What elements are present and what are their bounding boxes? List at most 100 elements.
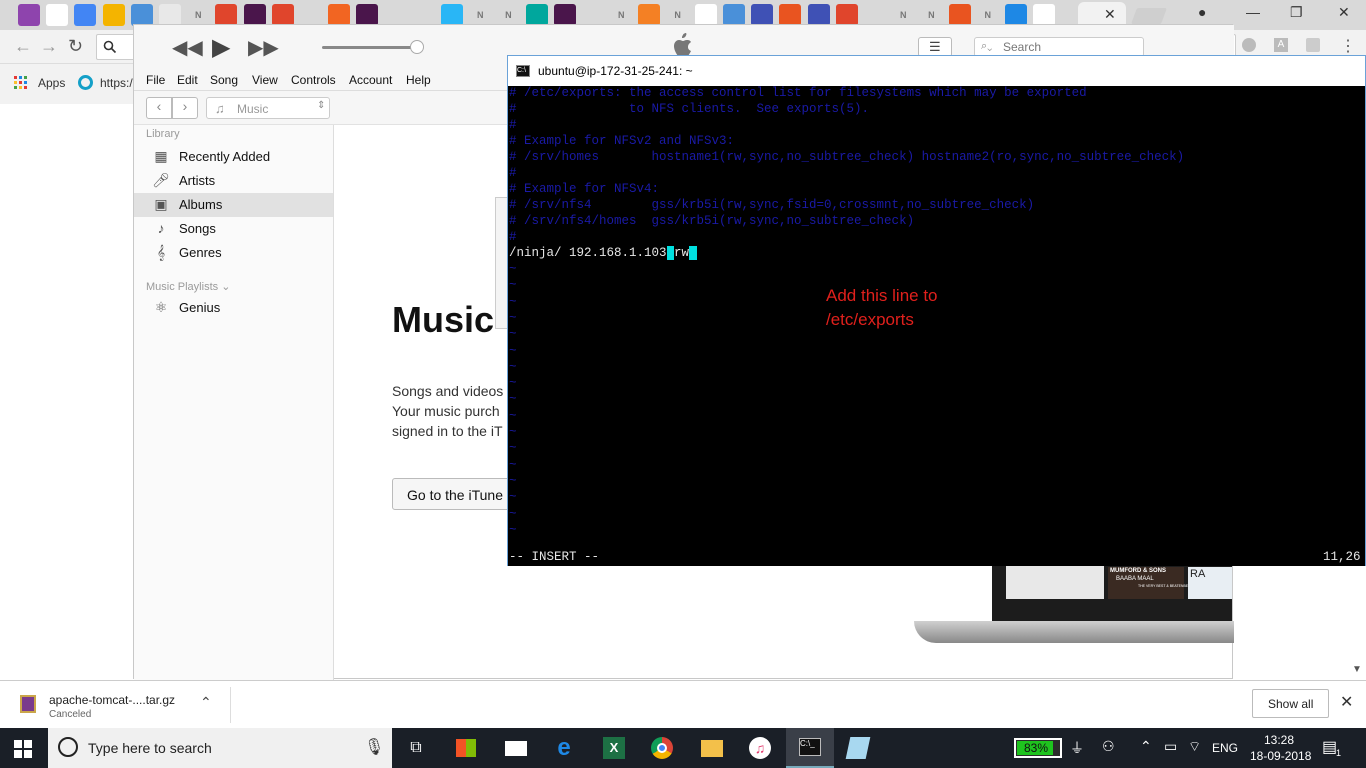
language-indicator[interactable]: ENG bbox=[1212, 741, 1238, 755]
ninja-tab-icon[interactable]: N bbox=[920, 4, 943, 26]
apps-grid-icon[interactable] bbox=[14, 76, 28, 90]
menu-edit[interactable]: Edit bbox=[177, 73, 198, 87]
itunes-forward-button[interactable]: › bbox=[172, 97, 198, 119]
ninja-tab-icon[interactable]: N bbox=[666, 4, 689, 26]
rewind-icon[interactable]: ◀◀ bbox=[172, 35, 203, 60]
box-tab-icon[interactable] bbox=[102, 4, 125, 26]
extension-icon[interactable] bbox=[1242, 38, 1256, 52]
windows-start-icon[interactable] bbox=[14, 740, 32, 758]
extension-cast-icon[interactable] bbox=[1306, 38, 1320, 52]
new-tab-button[interactable] bbox=[1131, 8, 1167, 24]
window-close-icon[interactable]: ✕ bbox=[1338, 4, 1350, 21]
bracket-tab-icon[interactable] bbox=[807, 4, 830, 26]
sidebar-item-artists[interactable]: 🎤︎ Artists bbox=[134, 169, 333, 193]
excel-icon[interactable]: X bbox=[600, 734, 628, 762]
fb-tab-icon[interactable] bbox=[441, 4, 463, 26]
show-all-button[interactable]: Show all bbox=[1252, 689, 1329, 718]
terminal-taskbar-item[interactable]: C:\_ bbox=[786, 728, 834, 768]
menu-help[interactable]: Help bbox=[406, 73, 431, 87]
so-tab-icon[interactable] bbox=[638, 4, 661, 26]
menu-controls[interactable]: Controls bbox=[291, 73, 336, 87]
media-picker[interactable]: ♫ Music ⇕ bbox=[206, 97, 330, 119]
chromium-tab-icon[interactable] bbox=[130, 4, 153, 26]
sidebar-item-genius[interactable]: ⚛ Genius bbox=[134, 296, 333, 320]
ubuntu-tab-icon[interactable] bbox=[779, 4, 802, 26]
terminal-body[interactable]: # /etc/exports: the access control list … bbox=[508, 86, 1365, 566]
close-download-bar-icon[interactable]: ✕ bbox=[1340, 692, 1353, 712]
action-center-icon[interactable]: ▤ bbox=[1322, 737, 1337, 757]
chromium-tab-icon[interactable] bbox=[723, 4, 745, 26]
volume-slider[interactable] bbox=[322, 46, 418, 49]
edge-icon[interactable]: e bbox=[550, 734, 578, 762]
sidebar-item-genres[interactable]: 𝄞 Genres bbox=[134, 241, 333, 265]
task-view-icon[interactable]: ⧉ bbox=[402, 734, 430, 762]
ubuntu-tab-icon[interactable] bbox=[948, 4, 971, 26]
bracket-tab-icon[interactable] bbox=[751, 4, 774, 26]
bookmark-url[interactable]: https:/ bbox=[100, 76, 133, 90]
heart-tab-icon[interactable] bbox=[300, 4, 322, 26]
slack-tab-icon[interactable] bbox=[243, 4, 266, 26]
back-arrow-icon[interactable]: ← bbox=[14, 36, 32, 57]
menu-song[interactable]: Song bbox=[210, 73, 238, 87]
slack-tab-icon[interactable] bbox=[553, 4, 576, 26]
google-tab-icon[interactable] bbox=[694, 4, 717, 26]
store-icon[interactable] bbox=[452, 734, 480, 762]
playlists-header[interactable]: Music Playlists ⌄ bbox=[146, 280, 230, 293]
maximize-icon[interactable]: ❐ bbox=[1290, 4, 1303, 21]
extension-a-icon[interactable]: A bbox=[1274, 38, 1288, 52]
menu-dots-icon[interactable]: ⋮ bbox=[1340, 36, 1356, 56]
fast-forward-icon[interactable]: ▶▶ bbox=[248, 35, 279, 60]
sidebar-item-songs[interactable]: ♪ Songs bbox=[134, 217, 333, 241]
battery-tray-icon[interactable]: ▭ bbox=[1164, 738, 1177, 755]
ask-tab-icon[interactable] bbox=[215, 4, 238, 26]
sidebar-item-recently-added[interactable]: ▦ Recently Added bbox=[134, 145, 333, 169]
clock-time[interactable]: 13:28 bbox=[1264, 733, 1294, 747]
menu-file[interactable]: File bbox=[146, 73, 165, 87]
ask-tab-icon[interactable] bbox=[835, 4, 858, 26]
ninja-tab-icon[interactable]: N bbox=[187, 4, 210, 26]
mail-icon[interactable] bbox=[502, 734, 530, 762]
ninja-tab-icon[interactable]: N bbox=[610, 4, 633, 26]
go-to-store-button[interactable]: Go to the iTune bbox=[392, 478, 512, 510]
microphone-icon[interactable]: 🎙︎ bbox=[364, 737, 384, 757]
taskbar-search-box[interactable]: Type here to search 🎙︎ bbox=[48, 728, 392, 768]
minimize-icon[interactable]: — bbox=[1246, 4, 1260, 20]
people-icon[interactable]: ⚇ bbox=[1102, 738, 1115, 755]
teal-tab-icon[interactable] bbox=[525, 4, 548, 26]
itunes-search-field[interactable]: ⌕⌄ Search bbox=[974, 37, 1144, 57]
ninja-tab-icon[interactable]: N bbox=[497, 4, 520, 26]
bookmark-apps[interactable]: Apps bbox=[38, 76, 65, 90]
github-tab-icon[interactable] bbox=[582, 4, 604, 26]
vs-tab-icon[interactable] bbox=[328, 4, 351, 26]
clock-date[interactable]: 18-09-2018 bbox=[1250, 749, 1311, 763]
image-tab-icon[interactable] bbox=[159, 4, 181, 26]
android-tab-icon[interactable] bbox=[864, 4, 886, 26]
forward-arrow-icon[interactable]: → bbox=[40, 36, 58, 57]
volume-knob[interactable] bbox=[410, 40, 424, 54]
plug-icon[interactable]: ⏚ bbox=[1070, 738, 1084, 758]
show-hidden-icons[interactable]: ⌃ bbox=[1140, 738, 1152, 755]
ask-tab-icon[interactable] bbox=[271, 4, 294, 26]
close-tab-icon[interactable]: ✕ bbox=[1104, 6, 1116, 23]
ninja-tab-icon[interactable]: N bbox=[976, 4, 999, 26]
slack-tab-icon[interactable] bbox=[356, 4, 379, 26]
gmail-tab-icon[interactable] bbox=[46, 4, 69, 26]
reload-icon[interactable]: ↻ bbox=[68, 36, 83, 57]
docs-tab-icon[interactable] bbox=[74, 4, 97, 26]
notepad-icon[interactable] bbox=[844, 734, 872, 762]
list-view-button[interactable]: ☰ bbox=[918, 37, 952, 57]
scroll-down-icon[interactable]: ▼ bbox=[1352, 664, 1362, 675]
ninja-tab-icon[interactable]: N bbox=[469, 4, 492, 26]
profile-icon[interactable]: ● bbox=[1198, 4, 1206, 20]
ninja-tab-icon[interactable]: N bbox=[892, 4, 915, 26]
drive-tab-icon[interactable] bbox=[1005, 4, 1027, 26]
google-tab-icon[interactable] bbox=[1033, 4, 1056, 26]
play-icon[interactable]: ▶ bbox=[212, 33, 230, 62]
battery-indicator[interactable]: 83% bbox=[1014, 738, 1062, 758]
chrome-icon[interactable] bbox=[648, 734, 676, 762]
file-explorer-icon[interactable] bbox=[698, 734, 726, 762]
menu-view[interactable]: View bbox=[252, 73, 278, 87]
menu-account[interactable]: Account bbox=[349, 73, 392, 87]
itunes-icon[interactable]: ♫ bbox=[746, 734, 774, 762]
doc-tab-icon[interactable] bbox=[412, 4, 435, 26]
